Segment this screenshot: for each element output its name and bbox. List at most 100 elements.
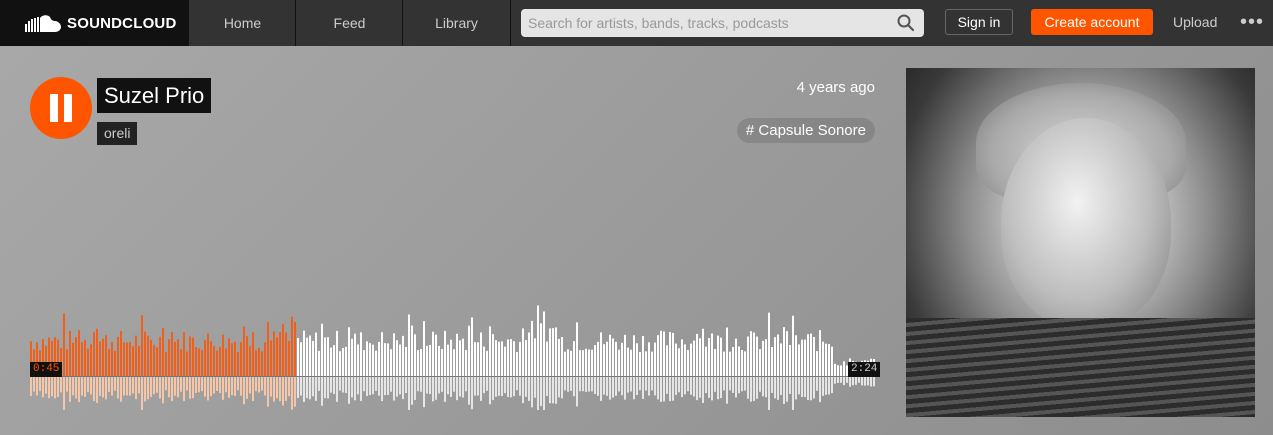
waveform-reflection-bar — [801, 377, 803, 397]
waveform-bar — [669, 332, 671, 376]
waveform-reflection-bar — [426, 377, 428, 394]
waveform-reflection-bar — [669, 377, 671, 402]
waveform-reflection-bar — [378, 377, 380, 396]
waveform-bar — [117, 337, 119, 376]
waveform-reflection-bar — [810, 377, 812, 401]
waveform-reflection-bar — [444, 377, 446, 402]
waveform-bar — [573, 341, 575, 376]
nav-home[interactable]: Home — [188, 0, 296, 46]
waveform-reflection-bar — [48, 377, 50, 399]
waveform-bar — [141, 315, 143, 376]
waveform-reflection-bar — [102, 377, 104, 398]
waveform-bar — [69, 330, 71, 376]
waveform-bar — [615, 341, 617, 376]
nav-feed[interactable]: Feed — [295, 0, 403, 46]
waveform-reflection-bar — [549, 377, 551, 404]
waveform-reflection-bar — [855, 377, 857, 385]
waveform-bar — [519, 341, 521, 376]
waveform-reflection-bar — [36, 377, 38, 396]
waveform-reflection-bar — [372, 377, 374, 395]
more-options-icon[interactable]: ••• — [1240, 9, 1264, 35]
waveform-bar — [171, 332, 173, 376]
waveform-reflection-bar — [726, 377, 728, 404]
waveform-reflection-bar — [297, 377, 299, 398]
waveform-reflection-bar — [381, 377, 383, 402]
waveform-bar — [201, 350, 203, 376]
waveform-bar — [663, 331, 665, 376]
waveform-bar — [822, 341, 824, 376]
waveform-bar — [261, 351, 263, 376]
waveform-bar — [813, 336, 815, 376]
waveform-bar — [618, 349, 620, 376]
upload-link[interactable]: Upload — [1173, 14, 1217, 30]
sign-in-button[interactable]: Sign in — [945, 9, 1013, 35]
waveform-reflection-bar — [561, 377, 563, 399]
waveform-reflection-bar — [528, 377, 530, 401]
search-input[interactable] — [521, 9, 891, 37]
waveform-bar — [342, 347, 344, 376]
waveform-reflection-bar — [666, 377, 668, 394]
waveform-reflection-bar — [420, 377, 422, 392]
waveform-reflection-bar — [567, 377, 569, 392]
waveform-bar — [444, 330, 446, 376]
waveform-reflection-bar — [135, 377, 137, 400]
waveform-bar — [399, 344, 401, 376]
waveform-bar — [93, 332, 95, 376]
waveform-bar — [390, 349, 392, 376]
waveform-reflection-bar — [192, 377, 194, 399]
waveform-reflection-bar — [168, 377, 170, 398]
tag-capsule-sonore[interactable]: # Capsule Sonore — [736, 118, 875, 143]
waveform-reflection-bar — [225, 377, 227, 393]
create-account-button[interactable]: Create account — [1031, 9, 1153, 35]
waveform-reflection-bar — [60, 377, 62, 393]
waveform-reflection-bar — [519, 377, 521, 396]
waveform-bar — [408, 314, 410, 376]
waveform-bar — [306, 337, 308, 376]
artist-name[interactable]: oreli — [97, 122, 138, 145]
waveform-reflection-bar — [375, 377, 377, 391]
pause-button[interactable] — [30, 77, 92, 139]
waveform-reflection-bar — [126, 377, 128, 396]
waveform-reflection-bar — [441, 377, 443, 392]
waveform-reflection-bar — [594, 377, 596, 394]
waveform-reflection-bar — [159, 377, 161, 399]
waveform-reflection-bar — [114, 377, 116, 391]
search-icon[interactable] — [897, 14, 915, 32]
waveform-reflection-bar — [738, 377, 740, 394]
waveform-reflection-bar — [543, 377, 545, 410]
waveform-reflection-bar — [720, 377, 722, 399]
waveform-bar — [336, 330, 338, 376]
waveform-bar — [309, 335, 311, 376]
waveform-reflection-bar — [741, 377, 743, 392]
waveform-bar — [525, 340, 527, 376]
waveform-bar — [114, 350, 116, 376]
waveform-bar — [570, 350, 572, 376]
waveform-reflection-bar — [684, 377, 686, 395]
waveform-reflection-bar — [708, 377, 710, 398]
waveform-bar — [204, 340, 206, 376]
waveform-bar — [159, 336, 161, 376]
waveform-reflection-bar — [546, 377, 548, 396]
waveform-reflection-bar — [342, 377, 344, 393]
waveform-bar — [477, 342, 479, 376]
waveform[interactable] — [30, 300, 876, 410]
waveform-reflection-bar — [600, 377, 602, 401]
waveform-reflection-bar — [711, 377, 713, 401]
waveform-reflection-bar — [174, 377, 176, 396]
waveform-reflection-bar — [768, 377, 770, 410]
waveform-reflection-bar — [510, 377, 512, 398]
waveform-bar — [360, 332, 362, 376]
waveform-reflection-bar — [588, 377, 590, 392]
current-time: 0:45 — [30, 362, 63, 377]
waveform-reflection-bar — [294, 377, 296, 407]
waveform-bar — [183, 332, 185, 376]
waveform-reflection-bar — [264, 377, 266, 396]
nav-library[interactable]: Library — [402, 0, 511, 46]
waveform-bar — [594, 345, 596, 376]
waveform-bar — [450, 339, 452, 376]
soundcloud-logo[interactable]: SOUNDCLOUD — [0, 0, 188, 46]
waveform-bar — [666, 345, 668, 376]
waveform-bar — [486, 350, 488, 376]
waveform-reflection-bar — [672, 377, 674, 401]
waveform-bar — [423, 321, 425, 376]
